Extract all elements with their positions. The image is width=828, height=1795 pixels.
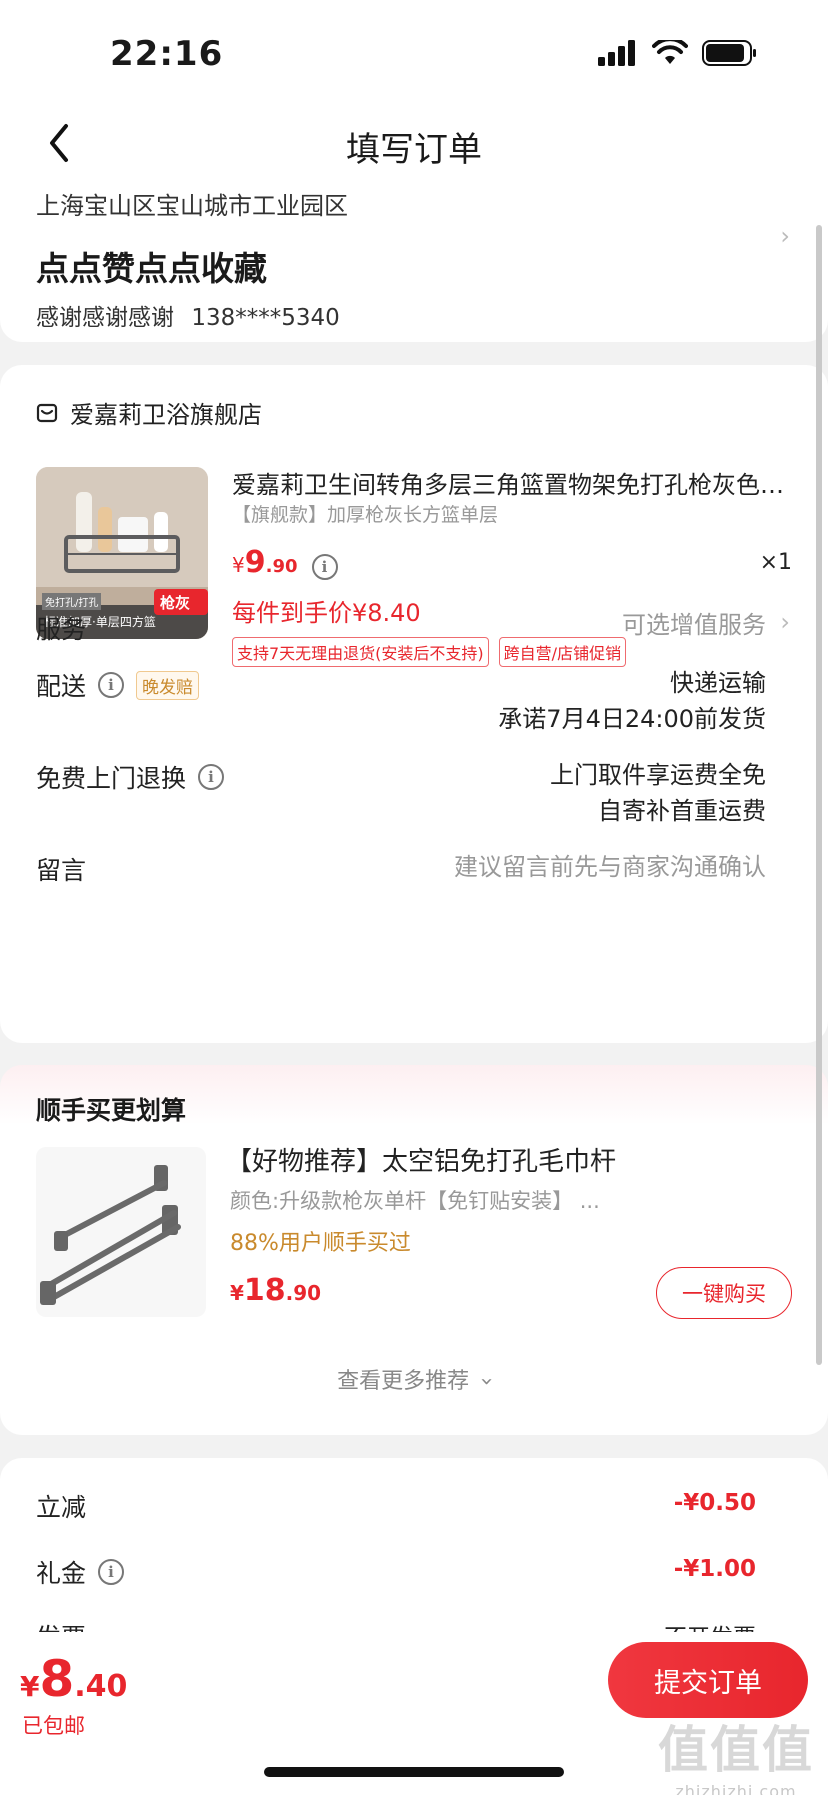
- delivery-label: 配送: [36, 672, 87, 701]
- delivery-promise: 承诺7月4日24:00前发货: [498, 705, 766, 733]
- page-title: 填写订单: [346, 130, 482, 170]
- delivery-value: 快递运输 承诺7月4日24:00前发货: [498, 665, 766, 737]
- status-time: 22:16: [110, 34, 224, 74]
- info-icon[interactable]: i: [311, 554, 338, 580]
- discount-value: -¥0.50: [673, 1490, 756, 1516]
- recommend-card: 顺手买更划算 【好物推荐】太空铝免打孔毛巾杆 颜色:升级款枪灰单杆【免钉贴安装】…: [0, 1065, 828, 1435]
- price-integer: 9: [244, 545, 266, 580]
- delivery-method: 快递运输: [670, 669, 766, 697]
- recommend-popularity: 88%用户顺手买过: [230, 1231, 411, 1256]
- gift-label: 礼金 i: [36, 1554, 125, 1590]
- shop-name: 爱嘉莉卫浴旗舰店: [70, 401, 262, 429]
- address-name: 点点赞点点收藏: [36, 249, 267, 288]
- recommend-title[interactable]: 【好物推荐】太空铝免打孔毛巾杆: [226, 1141, 616, 1178]
- service-value[interactable]: 可选增值服务: [622, 607, 766, 643]
- info-icon[interactable]: i: [198, 764, 225, 790]
- service-label: 服务: [36, 615, 87, 644]
- product-spec[interactable]: 【旗舰款】加厚枪灰长方篮单层: [232, 500, 498, 527]
- price-integer: 18: [243, 1273, 286, 1308]
- discount-label-text: 立减: [36, 1493, 87, 1522]
- return-value: 上门取件享运费全免 自寄补首重运费: [550, 757, 766, 829]
- store-icon: [36, 403, 58, 422]
- tag-return: 支持7天无理由退货(安装后不支持): [232, 637, 489, 667]
- towel-bar-illustration: [40, 1165, 181, 1305]
- gift-label-text: 礼金: [36, 1559, 87, 1588]
- watermark: 值值值 zhizhizhi.com: [658, 1710, 814, 1795]
- more-recommend-link[interactable]: 查看更多推荐 ›: [0, 1363, 828, 1395]
- order-card: 爱嘉莉卫浴旗舰店 免打孔/打孔 标准加厚·单层四方篮 枪灰 爱嘉莉卫生间转角多层…: [0, 365, 828, 1043]
- message-input[interactable]: 建议留言前先与商家沟通确认: [454, 849, 766, 885]
- price-decimal: .40: [74, 1669, 128, 1704]
- address-contact: 感谢感谢感谢 138****5340: [36, 298, 340, 332]
- status-icons: [598, 40, 758, 66]
- contact-name: 感谢感谢感谢: [36, 305, 174, 331]
- chevron-right-icon: ›: [780, 608, 790, 636]
- watermark-logo: 值值值: [658, 1721, 814, 1779]
- scrollbar[interactable]: [816, 225, 822, 1365]
- battery-icon: [702, 40, 756, 66]
- chevron-right-icon: ›: [780, 222, 790, 250]
- return-value-2: 自寄补首重运费: [598, 797, 766, 825]
- product-title[interactable]: 爱嘉莉卫生间转角多层三角篮置物架免打孔枪灰色铝合金: [232, 465, 792, 500]
- submit-order-button[interactable]: 提交订单: [608, 1642, 808, 1718]
- signal-icon: [598, 40, 635, 66]
- price-integer: 8: [39, 1650, 75, 1708]
- address-line: 上海宝山区宝山城市工业园区: [36, 192, 348, 220]
- recommend-spec[interactable]: 颜色:升级款枪灰单杆【免钉贴安装】 ...: [230, 1185, 600, 1215]
- bottom-bar: ¥ 8 .40 已包邮 提交订单 值值值 zhizhizhi.com: [0, 1632, 828, 1795]
- tag-promo: 跨自营/店铺促销: [498, 637, 627, 667]
- recommend-heading: 顺手买更划算: [36, 1096, 187, 1125]
- image-color-label: 枪灰: [160, 594, 191, 612]
- wifi-icon: [652, 40, 688, 64]
- late-compensation-badge: 晚发赔: [136, 670, 200, 700]
- recommend-image[interactable]: [36, 1147, 206, 1317]
- gift-value: -¥1.00: [673, 1556, 756, 1582]
- contact-phone: 138****5340: [191, 305, 340, 331]
- price-decimal: .90: [285, 1281, 322, 1305]
- return-row: 免费上门退换 i: [36, 759, 225, 795]
- watermark-url: zhizhizhi.com: [675, 1782, 797, 1795]
- delivery-row: 配送 i 晚发赔: [36, 667, 200, 703]
- product-quantity: ×1: [759, 550, 792, 575]
- discount-label: 立减: [36, 1488, 86, 1524]
- total-price: ¥ 8 .40: [20, 1650, 127, 1708]
- shop-header[interactable]: 爱嘉莉卫浴旗舰店: [36, 395, 262, 430]
- one-click-buy-button[interactable]: 一键购买: [656, 1267, 792, 1319]
- price-symbol: ¥: [20, 1670, 40, 1703]
- price-symbol: ¥: [230, 1281, 244, 1305]
- recommend-price: ¥ 18 .90: [230, 1273, 321, 1308]
- price-decimal: .90: [265, 556, 298, 577]
- service-row: 服务: [36, 610, 86, 646]
- shipping-status: 已包邮: [22, 1714, 85, 1738]
- message-label: 留言: [36, 856, 87, 885]
- message-row: 留言: [36, 851, 86, 887]
- image-badge-1: 免打孔/打孔: [42, 593, 102, 610]
- info-icon[interactable]: i: [98, 672, 125, 698]
- price-symbol: ¥: [232, 553, 245, 577]
- unit-price: 每件到手价¥8.40: [232, 599, 421, 627]
- home-indicator[interactable]: [264, 1767, 564, 1777]
- address-card[interactable]: 上海宝山区宝山城市工业园区 点点赞点点收藏 感谢感谢感谢 138****5340…: [0, 170, 828, 342]
- product-tags: 支持7天无理由退货(安装后不支持) 跨自营/店铺促销: [232, 637, 627, 667]
- chevron-down-icon: ›: [474, 1377, 499, 1386]
- return-label: 免费上门退换: [36, 764, 187, 793]
- info-icon[interactable]: i: [98, 1559, 125, 1585]
- product-price: ¥ 9 .90 i: [232, 545, 338, 580]
- status-bar: 22:16: [0, 0, 828, 110]
- return-value-1: 上门取件享运费全免: [550, 761, 766, 789]
- more-recommend-label: 查看更多推荐: [337, 1369, 470, 1394]
